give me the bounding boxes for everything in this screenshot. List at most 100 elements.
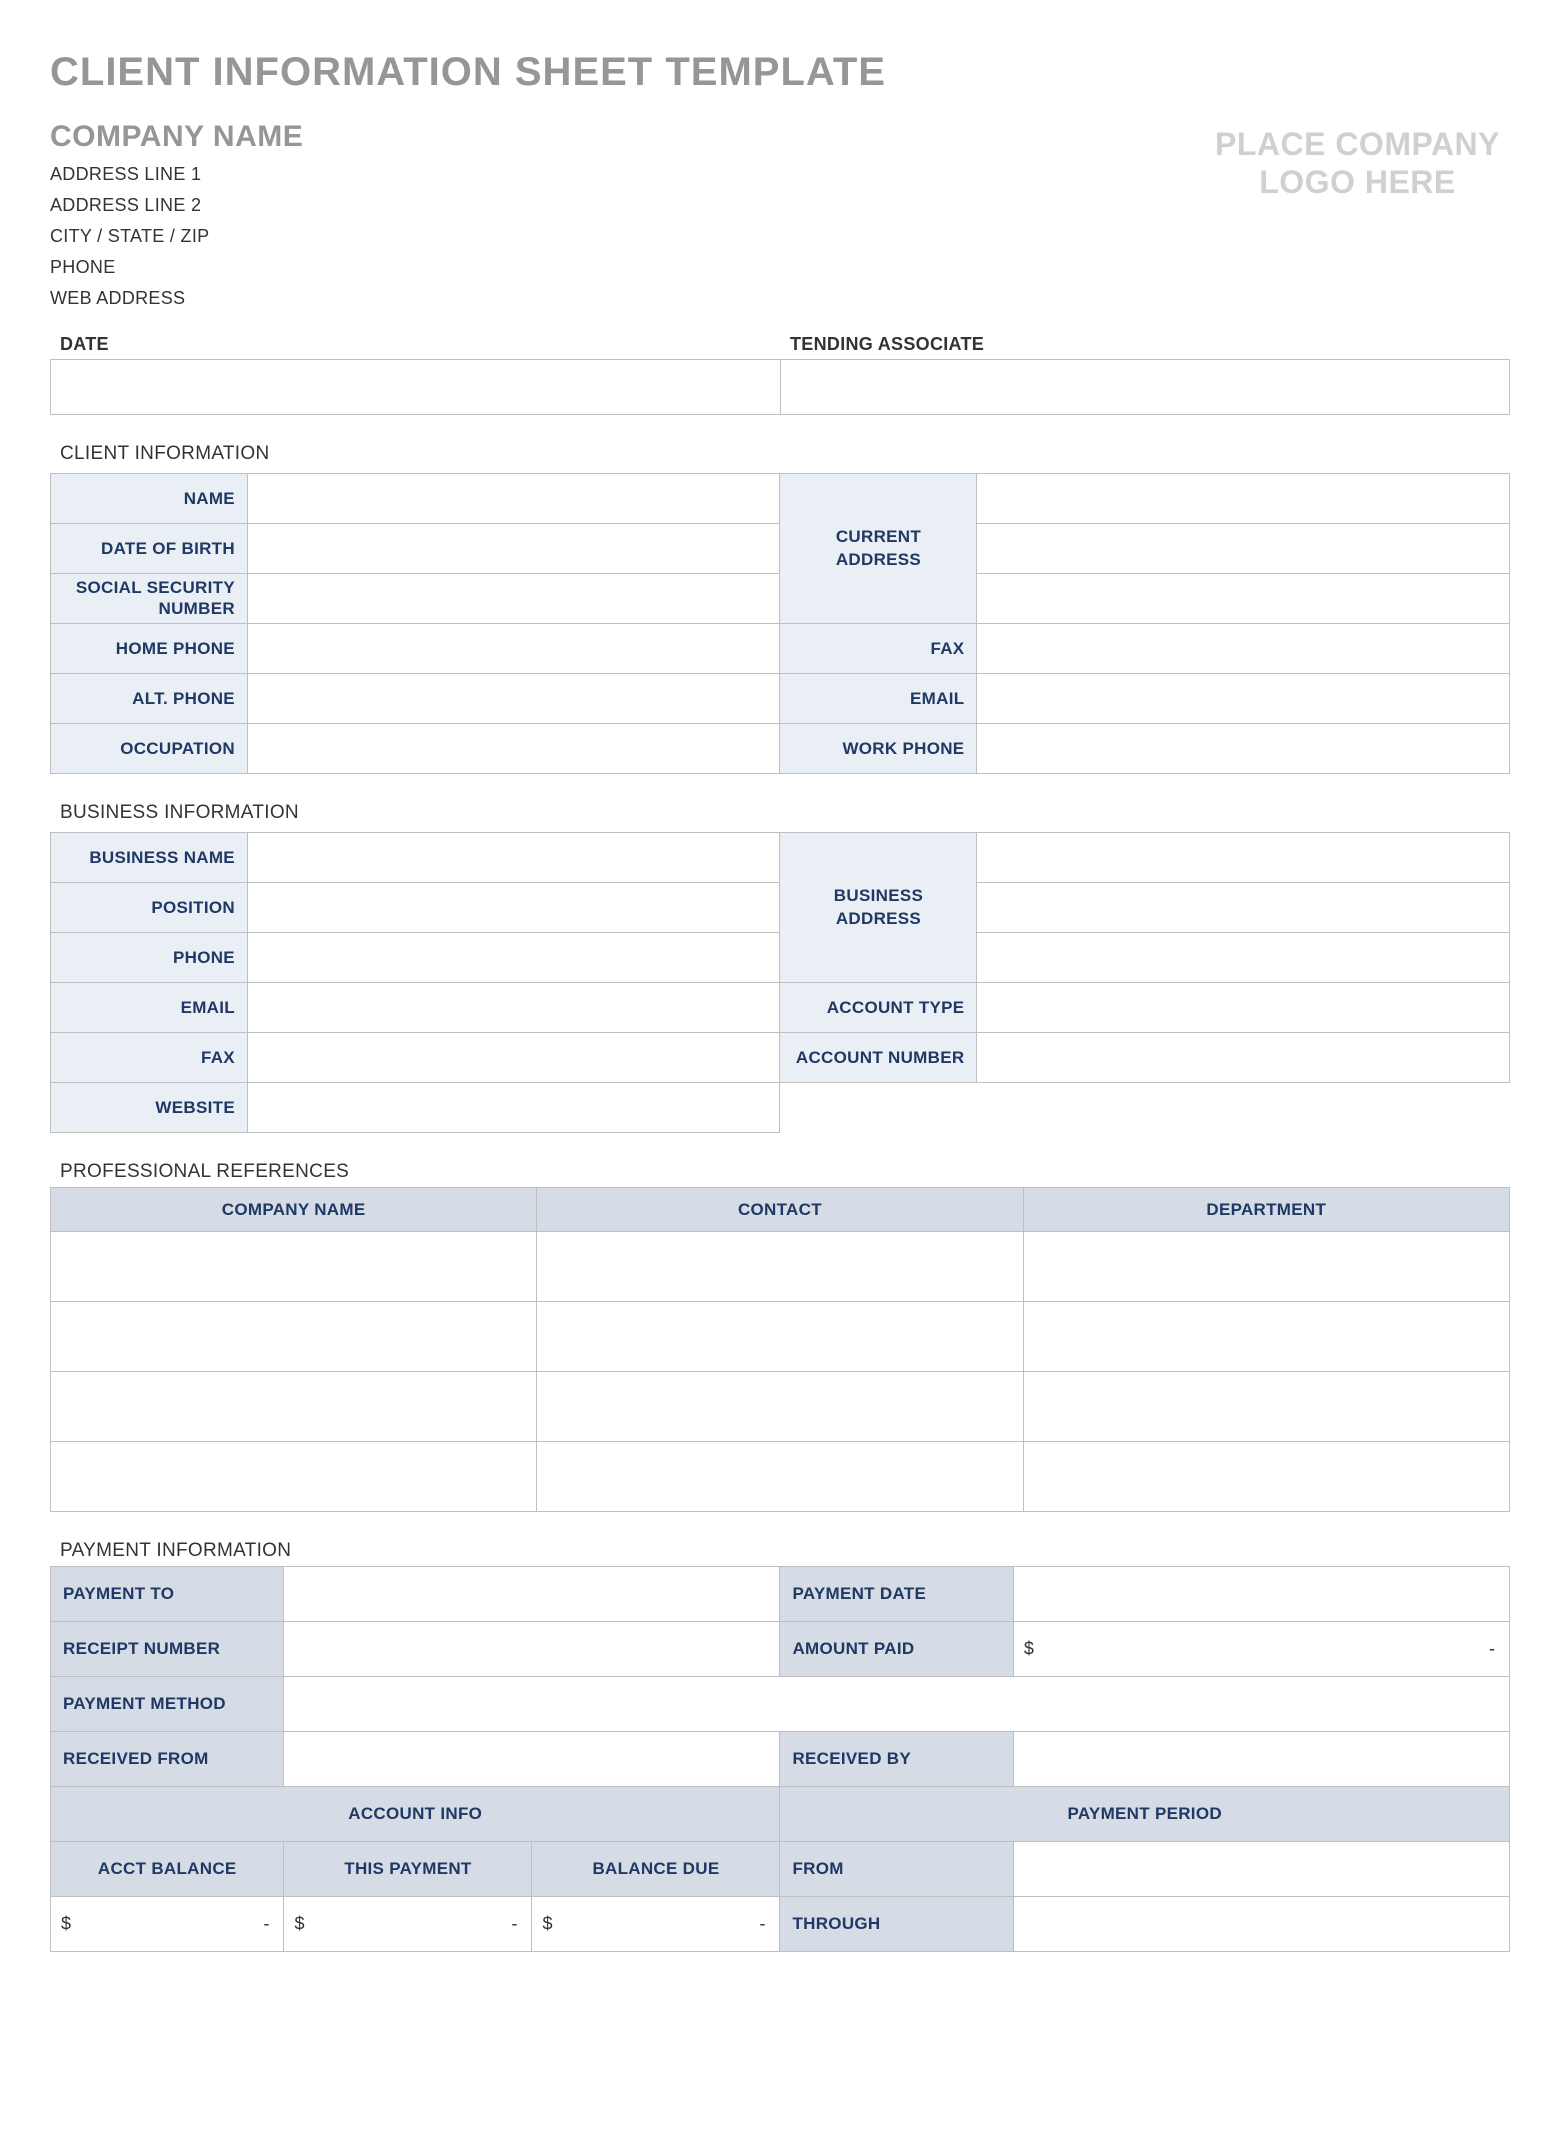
date-associate-labels: DATE TENDING ASSOCIATE bbox=[50, 334, 1510, 359]
address-line-1: ADDRESS LINE 1 bbox=[50, 164, 1215, 185]
work-phone-field[interactable] bbox=[977, 724, 1510, 774]
ref-department-field[interactable] bbox=[1023, 1232, 1509, 1302]
account-number-label: ACCOUNT NUMBER bbox=[780, 1033, 977, 1083]
business-fax-field[interactable] bbox=[247, 1033, 780, 1083]
amount-paid-field[interactable]: $ - bbox=[1013, 1622, 1509, 1677]
logo-line-1: PLACE COMPANY bbox=[1215, 125, 1500, 163]
home-phone-label: HOME PHONE bbox=[51, 624, 248, 674]
from-field[interactable] bbox=[1013, 1842, 1509, 1897]
payment-to-label: PAYMENT TO bbox=[51, 1567, 284, 1622]
ref-contact-field[interactable] bbox=[537, 1372, 1023, 1442]
received-from-field[interactable] bbox=[284, 1732, 780, 1787]
dollar-sign: $ bbox=[294, 1914, 304, 1935]
business-address-field-2[interactable] bbox=[977, 883, 1510, 933]
ref-company-field[interactable] bbox=[51, 1302, 537, 1372]
client-info-heading: CLIENT INFORMATION bbox=[50, 443, 1510, 465]
from-label: FROM bbox=[780, 1842, 1013, 1897]
received-by-label: RECEIVED BY bbox=[780, 1732, 1013, 1787]
business-name-field[interactable] bbox=[247, 833, 780, 883]
position-field[interactable] bbox=[247, 883, 780, 933]
date-label: DATE bbox=[50, 334, 780, 359]
payment-method-field[interactable] bbox=[284, 1677, 1510, 1732]
ref-department-field[interactable] bbox=[1023, 1372, 1509, 1442]
payment-to-field[interactable] bbox=[284, 1567, 780, 1622]
account-number-field[interactable] bbox=[977, 1033, 1510, 1083]
work-phone-label: WORK PHONE bbox=[780, 724, 977, 774]
business-email-field[interactable] bbox=[247, 983, 780, 1033]
client-name-label: NAME bbox=[51, 474, 248, 524]
current-address-field-1[interactable] bbox=[977, 474, 1510, 524]
ref-col-contact: CONTACT bbox=[537, 1188, 1023, 1232]
this-payment-label: THIS PAYMENT bbox=[284, 1842, 532, 1897]
balance-due-field[interactable]: $ - bbox=[532, 1897, 780, 1952]
website-field[interactable] bbox=[247, 1083, 780, 1133]
payment-info-table: PAYMENT TO PAYMENT DATE RECEIPT NUMBER A… bbox=[50, 1566, 1510, 1952]
business-address-field-3[interactable] bbox=[977, 933, 1510, 983]
alt-phone-field[interactable] bbox=[247, 674, 780, 724]
current-address-field-3[interactable] bbox=[977, 574, 1510, 624]
payment-date-field[interactable] bbox=[1013, 1567, 1509, 1622]
business-fax-label: FAX bbox=[51, 1033, 248, 1083]
ref-row bbox=[51, 1442, 1510, 1512]
business-address-field-1[interactable] bbox=[977, 833, 1510, 883]
position-label: POSITION bbox=[51, 883, 248, 933]
business-phone-field[interactable] bbox=[247, 933, 780, 983]
this-payment-field[interactable]: $ - bbox=[284, 1897, 532, 1952]
email-field[interactable] bbox=[977, 674, 1510, 724]
acct-balance-label: ACCT BALANCE bbox=[51, 1842, 284, 1897]
received-by-field[interactable] bbox=[1013, 1732, 1509, 1787]
business-phone-label: PHONE bbox=[51, 933, 248, 983]
dollar-sign: $ bbox=[542, 1914, 552, 1935]
ref-row bbox=[51, 1372, 1510, 1442]
dash: - bbox=[511, 1914, 517, 1935]
through-label: THROUGH bbox=[780, 1897, 1013, 1952]
home-phone-field[interactable] bbox=[247, 624, 780, 674]
company-web: WEB ADDRESS bbox=[50, 288, 1215, 309]
account-info-header: ACCOUNT INFO bbox=[51, 1787, 780, 1842]
ref-department-field[interactable] bbox=[1023, 1302, 1509, 1372]
ref-company-field[interactable] bbox=[51, 1232, 537, 1302]
logo-line-2: LOGO HERE bbox=[1215, 163, 1500, 201]
ref-contact-field[interactable] bbox=[537, 1302, 1023, 1372]
ref-contact-field[interactable] bbox=[537, 1232, 1023, 1302]
ref-company-field[interactable] bbox=[51, 1442, 537, 1512]
dash: - bbox=[1489, 1639, 1495, 1660]
acct-balance-field[interactable]: $ - bbox=[51, 1897, 284, 1952]
associate-label: TENDING ASSOCIATE bbox=[780, 334, 1510, 359]
payment-period-header: PAYMENT PERIOD bbox=[780, 1787, 1510, 1842]
client-name-field[interactable] bbox=[247, 474, 780, 524]
ref-row bbox=[51, 1302, 1510, 1372]
payment-date-label: PAYMENT DATE bbox=[780, 1567, 1013, 1622]
references-table: COMPANY NAME CONTACT DEPARTMENT bbox=[50, 1187, 1510, 1512]
fax-field[interactable] bbox=[977, 624, 1510, 674]
occupation-label: OCCUPATION bbox=[51, 724, 248, 774]
business-info-table: BUSINESS NAME BUSINESS ADDRESS POSITION … bbox=[50, 832, 1510, 1133]
business-info-heading: BUSINESS INFORMATION bbox=[50, 802, 1510, 824]
fax-label: FAX bbox=[780, 624, 977, 674]
dash: - bbox=[759, 1914, 765, 1935]
company-block: COMPANY NAME ADDRESS LINE 1 ADDRESS LINE… bbox=[50, 120, 1215, 319]
ssn-field[interactable] bbox=[247, 574, 780, 624]
receipt-number-label: RECEIPT NUMBER bbox=[51, 1622, 284, 1677]
ref-contact-field[interactable] bbox=[537, 1442, 1023, 1512]
date-associate-fields bbox=[50, 359, 1510, 415]
company-name: COMPANY NAME bbox=[50, 120, 1215, 154]
ssn-label: SOCIAL SECURITY NUMBER bbox=[51, 574, 248, 624]
account-type-field[interactable] bbox=[977, 983, 1510, 1033]
current-address-field-2[interactable] bbox=[977, 524, 1510, 574]
occupation-field[interactable] bbox=[247, 724, 780, 774]
ref-company-field[interactable] bbox=[51, 1372, 537, 1442]
address-line-2: ADDRESS LINE 2 bbox=[50, 195, 1215, 216]
through-field[interactable] bbox=[1013, 1897, 1509, 1952]
amount-paid-label: AMOUNT PAID bbox=[780, 1622, 1013, 1677]
receipt-number-field[interactable] bbox=[284, 1622, 780, 1677]
associate-field[interactable] bbox=[780, 360, 1510, 415]
ref-department-field[interactable] bbox=[1023, 1442, 1509, 1512]
ref-col-company: COMPANY NAME bbox=[51, 1188, 537, 1232]
ref-row bbox=[51, 1232, 1510, 1302]
company-phone: PHONE bbox=[50, 257, 1215, 278]
dob-field[interactable] bbox=[247, 524, 780, 574]
received-from-label: RECEIVED FROM bbox=[51, 1732, 284, 1787]
date-field[interactable] bbox=[51, 360, 781, 415]
dollar-sign: $ bbox=[61, 1914, 71, 1935]
